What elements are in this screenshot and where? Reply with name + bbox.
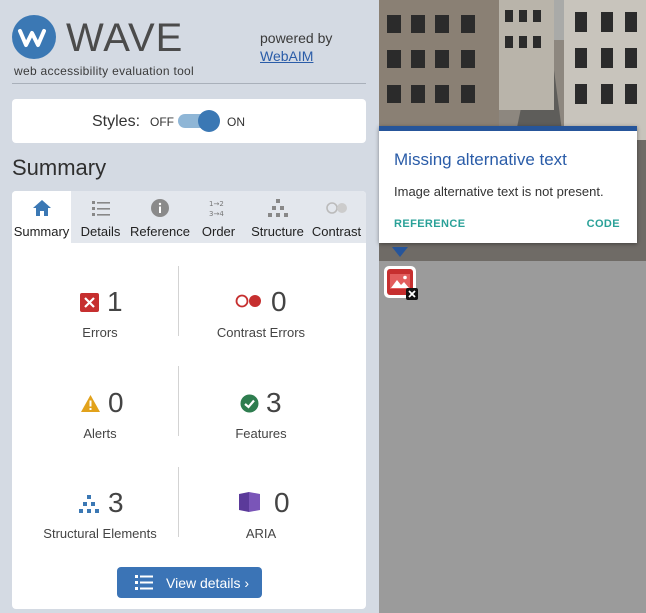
app-tagline: web accessibility evaluation tool	[14, 64, 194, 78]
aria-icon	[239, 492, 260, 512]
styles-toggle-switch[interactable]	[178, 110, 220, 132]
tab-label: Structure	[251, 224, 304, 239]
svg-text:3→4: 3→4	[209, 210, 224, 218]
alerts-label: Alerts	[83, 426, 117, 441]
error-icon	[80, 293, 99, 312]
aria-label: ARIA	[245, 526, 277, 541]
tab-label: Order	[201, 224, 236, 239]
alerts-count: 0	[108, 387, 124, 418]
alert-icon	[81, 395, 100, 412]
home-icon	[32, 200, 51, 216]
styles-toggle-box: Styles: OFF ON	[12, 99, 366, 143]
tab-label: Summary	[13, 224, 70, 239]
structure-icon	[79, 495, 99, 513]
styles-label: Styles:	[92, 113, 141, 130]
powered-by-text: powered by	[260, 30, 333, 46]
tooltip-description: Image alternative text is not present.	[394, 184, 604, 199]
contrast-error-icon	[235, 294, 261, 308]
missing-alt-error-icon[interactable]	[383, 265, 419, 301]
stat-alerts[interactable]: 0 Alerts	[17, 388, 183, 448]
wave-sidebar: WAVE web accessibility evaluation tool p…	[0, 0, 379, 613]
tooltip-code-link[interactable]: CODE	[587, 218, 620, 230]
features-label: Features	[235, 426, 287, 441]
tab-structure[interactable]: Structure	[248, 191, 307, 243]
contrast-errors-count: 0	[271, 286, 287, 317]
tooltip-title: Missing alternative text	[394, 150, 567, 169]
svg-text:1→2: 1→2	[209, 200, 224, 208]
features-count: 3	[266, 387, 282, 418]
summary-heading: Summary	[12, 155, 107, 180]
stat-features[interactable]: 3 Features	[178, 388, 344, 448]
stat-aria[interactable]: 0 ARIA	[178, 488, 344, 548]
structure-icon	[267, 199, 288, 217]
tab-contrast[interactable]: Contrast	[307, 191, 366, 243]
contrast-icon	[325, 202, 347, 214]
webaim-link[interactable]: WebAIM	[260, 48, 313, 64]
missing-alt-tooltip: Missing alternative text Image alternati…	[379, 126, 637, 243]
header-divider	[12, 83, 366, 84]
errors-count: 1	[107, 286, 123, 317]
panel-tabs: Summary Details Reference 1→2 3→4 Order …	[12, 191, 366, 243]
stat-errors[interactable]: 1 Errors	[17, 287, 183, 347]
styles-on-label: ON	[227, 115, 245, 129]
view-details-button[interactable]: View details ›	[117, 567, 262, 598]
styles-off-label: OFF	[150, 115, 174, 129]
aria-count: 0	[274, 487, 290, 518]
tab-order[interactable]: 1→2 3→4 Order	[189, 191, 248, 243]
tab-details[interactable]: Details	[71, 191, 130, 243]
errors-label: Errors	[82, 325, 118, 340]
stat-structural-elements[interactable]: 3 Structural Elements	[17, 488, 183, 548]
wave-logo-icon	[12, 15, 56, 59]
summary-card: Summary Details Reference 1→2 3→4 Order …	[12, 191, 366, 609]
tooltip-reference-link[interactable]: REFERENCE	[394, 218, 465, 230]
info-icon	[150, 199, 169, 217]
tab-label: Contrast	[311, 224, 362, 239]
feature-icon	[240, 394, 259, 413]
tooltip-arrow	[392, 247, 408, 257]
view-details-label: View details ›	[166, 575, 250, 591]
tab-summary[interactable]: Summary	[12, 191, 71, 243]
tab-label: Reference	[130, 224, 190, 239]
tab-reference[interactable]: Reference	[130, 191, 190, 243]
list-icon	[91, 201, 110, 216]
toggle-knob	[198, 110, 220, 132]
order-icon: 1→2 3→4	[209, 200, 224, 218]
page-background	[379, 261, 646, 613]
tab-label: Details	[80, 224, 121, 239]
structural-count: 3	[108, 487, 124, 518]
list-icon	[135, 575, 153, 590]
contrast-errors-label: Contrast Errors	[216, 325, 306, 340]
app-logo-text: WAVE	[66, 16, 184, 60]
structural-label: Structural Elements	[43, 526, 157, 541]
stat-contrast-errors[interactable]: 0 Contrast Errors	[178, 287, 344, 347]
